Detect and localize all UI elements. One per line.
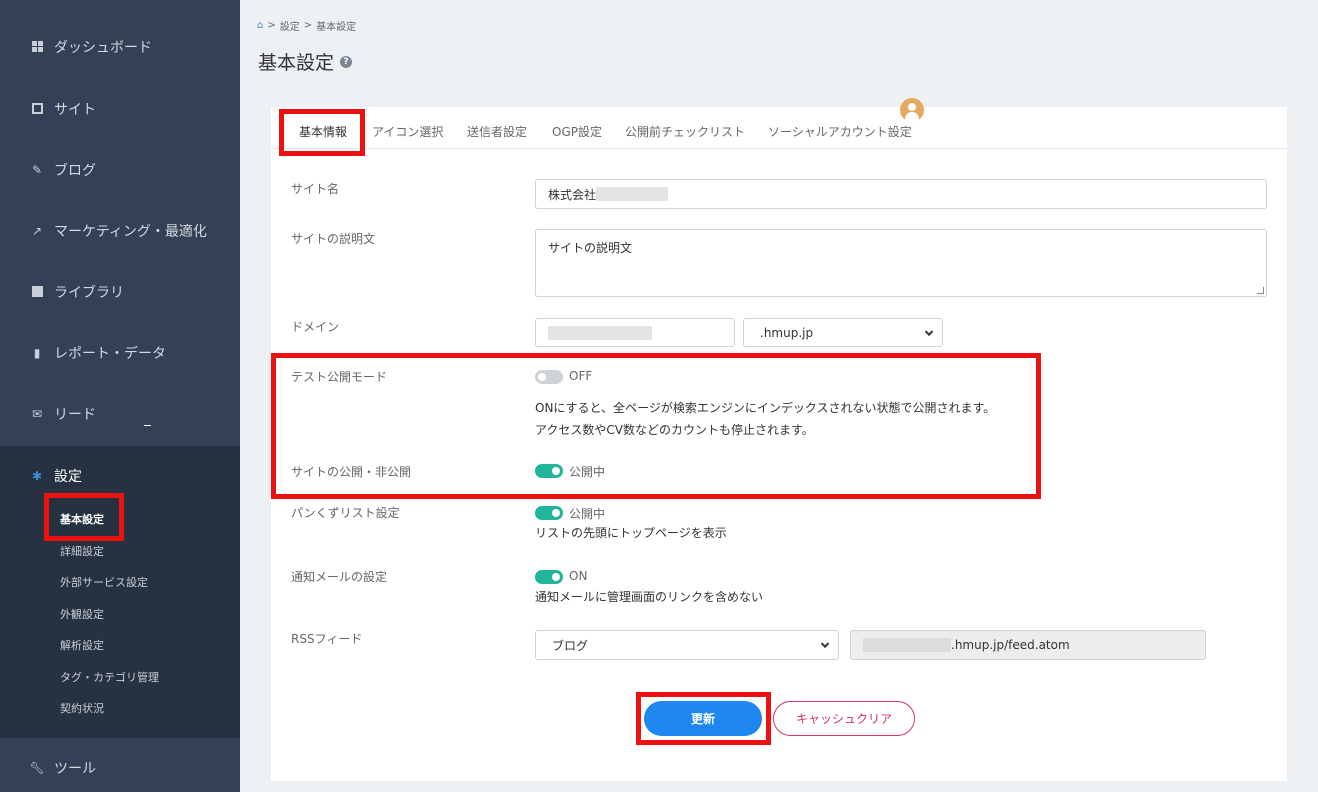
notify-label: 通知メールの設定 [291, 570, 388, 584]
sidebar-sub-appearance[interactable]: 外観設定 [60, 606, 104, 622]
sidebar-sub-analytics[interactable]: 解析設定 [60, 637, 104, 653]
update-button[interactable]: 更新 [644, 701, 762, 736]
domain-select[interactable]: .hmup.jp [743, 318, 943, 347]
wrench-icon: 🔧︎ [29, 760, 45, 775]
rss-label: RSSフィード [291, 632, 363, 646]
site-desc-label: サイトの説明文 [291, 232, 376, 246]
publish-toggle[interactable] [535, 464, 563, 478]
tab-bar: 基本情報 アイコン選択 送信者設定 OGP設定 公開前チェックリスト ソーシャル… [271, 98, 1287, 149]
domain-input[interactable] [535, 318, 735, 347]
sidebar-item-report[interactable]: ▮ レポート・データ [0, 322, 240, 383]
sidebar-item-label: ダッシュボード [54, 39, 152, 56]
tab-ogp[interactable]: OGP設定 [552, 123, 602, 140]
rss-url-field: .hmup.jp/feed.atom [850, 630, 1206, 660]
site-icon [30, 102, 44, 116]
bar-chart-icon: ▮ [33, 345, 41, 360]
mail-icon: ✉ [31, 406, 43, 421]
masked-text [863, 638, 951, 652]
sidebar-item-label: マーケティング・最適化 [54, 223, 207, 240]
settings-card: 基本情報 アイコン選択 送信者設定 OGP設定 公開前チェックリスト ソーシャル… [271, 98, 1287, 781]
sidebar-item-blog[interactable]: ✎ ブログ [0, 139, 240, 200]
notify-state: ON [569, 569, 588, 583]
sidebar: ダッシュボード サイト ✎ ブログ ↗ マーケティング・最適化 ライブラリ ▮ … [0, 0, 240, 792]
resize-handle-icon[interactable] [1257, 287, 1264, 294]
tab-basic-info[interactable]: 基本情報 [299, 123, 347, 140]
site-name-value: 株式会社 [548, 187, 597, 202]
site-desc-value: サイトの説明文 [548, 241, 633, 255]
dashboard-icon [30, 40, 44, 54]
sidebar-item-site[interactable]: サイト [0, 78, 240, 139]
publish-label: サイトの公開・非公開 [291, 465, 412, 479]
breadcrumb: ⌂ > 設定 > 基本設定 [257, 18, 356, 33]
test-mode-toggle[interactable] [535, 370, 563, 384]
test-mode-state: OFF [569, 369, 593, 383]
tab-social[interactable]: ソーシャルアカウント設定 [768, 123, 912, 140]
breadcrumb-toggle[interactable] [535, 506, 563, 520]
breadcrumb-sep: > [267, 20, 276, 31]
site-name-input[interactable]: 株式会社 [535, 179, 1267, 209]
sidebar-sub-basic[interactable]: 基本設定 [60, 511, 104, 527]
sidebar-sub-external[interactable]: 外部サービス設定 [60, 574, 148, 590]
notify-toggle[interactable] [535, 570, 563, 584]
chevron-down-icon [820, 639, 830, 649]
tab-icon[interactable]: アイコン選択 [372, 123, 443, 140]
test-mode-desc-2: アクセス数やCV数などのカウントも停止されます。 [535, 423, 814, 437]
page-title-text: 基本設定 [258, 52, 335, 74]
tab-checklist[interactable]: 公開前チェックリスト [625, 123, 745, 140]
sidebar-item-label: サイト [54, 101, 96, 118]
domain-label: ドメイン [291, 320, 340, 334]
gear-icon: ✱ [31, 468, 43, 483]
sidebar-sub-tags[interactable]: タグ・カテゴリ管理 [60, 669, 159, 685]
help-icon[interactable]: ? [340, 55, 353, 68]
test-mode-desc-1: ONにすると、全ページが検索エンジンにインデックスされない状態で公開されます。 [535, 401, 996, 415]
sidebar-item-marketing[interactable]: ↗ マーケティング・最適化 [0, 200, 240, 261]
sidebar-item-tools[interactable]: 🔧︎ ツール [0, 737, 240, 792]
rss-select[interactable]: ブログ [535, 630, 839, 660]
sidebar-item-label: ツール [54, 760, 96, 777]
chevron-down-icon [924, 327, 934, 336]
site-name-label: サイト名 [291, 182, 340, 196]
sidebar-sub-contract[interactable]: 契約状況 [60, 700, 104, 716]
breadcrumb-desc: リストの先頭にトップページを表示 [535, 526, 727, 540]
sidebar-item-library[interactable]: ライブラリ [0, 261, 240, 322]
sidebar-item-label: ブログ [54, 162, 96, 179]
tab-sender[interactable]: 送信者設定 [467, 123, 527, 140]
breadcrumb-setting-label: パンくずリスト設定 [291, 506, 400, 520]
rss-url-value: .hmup.jp/feed.atom [951, 638, 1070, 652]
image-icon [30, 285, 44, 299]
sidebar-item-dashboard[interactable]: ダッシュボード [0, 16, 240, 77]
user-avatar-icon[interactable] [900, 98, 924, 122]
breadcrumb-sep: > [303, 20, 313, 31]
notify-desc: 通知メールに管理画面のリンクを含めない [535, 590, 764, 604]
cache-clear-button[interactable]: キャッシュクリア [773, 701, 915, 736]
home-icon[interactable]: ⌂ [257, 20, 263, 31]
masked-text [548, 325, 652, 340]
breadcrumb-current: 基本設定 [316, 22, 357, 33]
sidebar-sub-detail[interactable]: 詳細設定 [60, 543, 104, 559]
pencil-icon: ✎ [31, 162, 43, 177]
sidebar-item-label: レポート・データ [54, 345, 166, 362]
sidebar-item-label: リード [54, 406, 96, 423]
breadcrumb-settings[interactable]: 設定 [280, 18, 300, 33]
test-mode-label: テスト公開モード [291, 370, 388, 384]
text-cursor [144, 425, 151, 426]
sidebar-item-label: 設定 [54, 468, 82, 485]
breadcrumb-state: 公開中 [569, 507, 606, 521]
publish-state: 公開中 [569, 465, 606, 479]
sidebar-item-label: ライブラリ [54, 284, 124, 301]
rss-select-value: ブログ [552, 638, 589, 653]
page-title: 基本設定 ? [258, 48, 353, 75]
masked-text [596, 187, 669, 201]
trend-icon: ↗ [31, 223, 43, 238]
domain-select-value: .hmup.jp [760, 325, 814, 340]
sidebar-item-lead[interactable]: ✉ リード [0, 383, 240, 444]
sidebar-item-settings[interactable]: ✱ 設定 [0, 445, 240, 506]
site-desc-textarea[interactable]: サイトの説明文 [535, 229, 1267, 297]
